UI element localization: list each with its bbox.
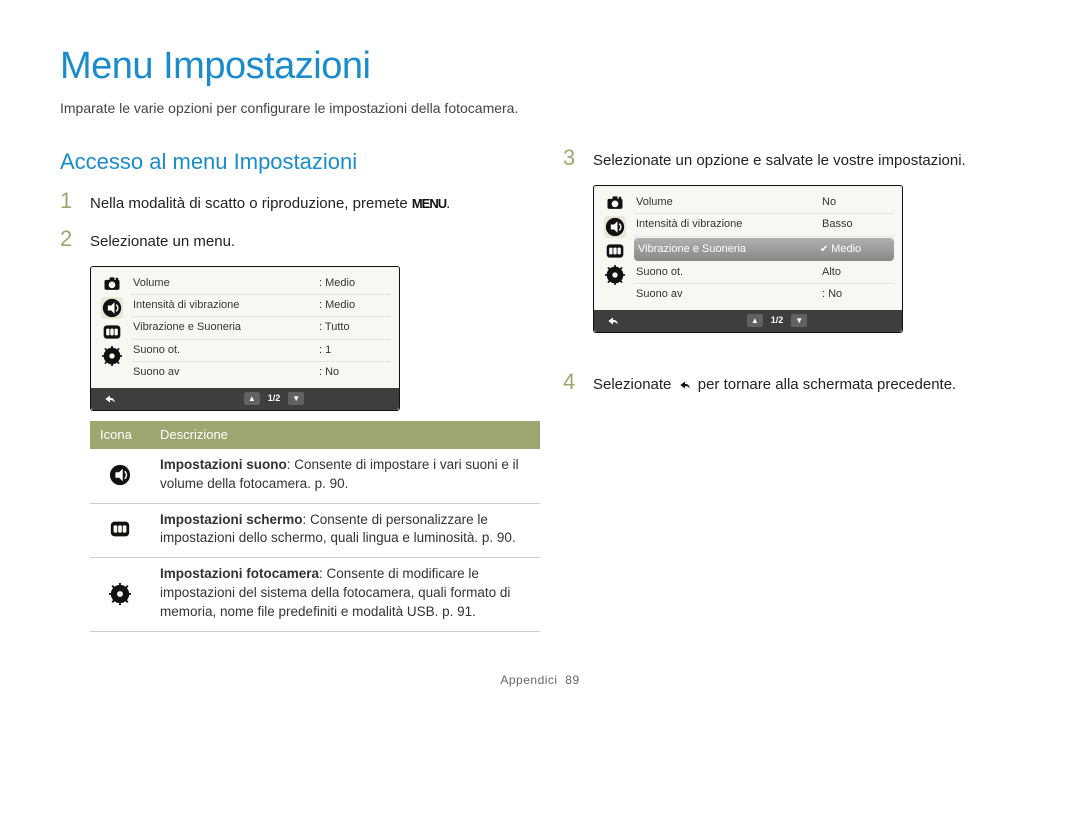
step-3: 3 Selezionate un opzione e salvate le vo… (563, 147, 1020, 171)
display-icon (604, 240, 626, 262)
row-value: Basso (822, 217, 892, 232)
sound-icon (90, 449, 150, 503)
icon-table: Icona Descrizione Impostazioni suono: Co… (90, 421, 540, 632)
page-down-icon[interactable]: ▼ (791, 314, 807, 327)
row-value: No (822, 195, 892, 210)
section-subtitle: Accesso al menu Impostazioni (60, 147, 517, 178)
row-value-selected: Medio (820, 242, 890, 257)
page-indicator: 1/2 (771, 314, 784, 327)
row-label: Intensità di vibrazione (133, 298, 319, 313)
icon-table-desc: Impostazioni fotocamera: Consente di mod… (150, 558, 540, 632)
row-value: : No (822, 287, 892, 302)
row-label: Suono ot. (133, 343, 319, 358)
icon-table-header-icon: Icona (90, 421, 150, 449)
menu-glyph-icon: MENU (412, 196, 446, 211)
icon-table-header-desc: Descrizione (150, 421, 540, 449)
step-1-text-after: . (446, 195, 450, 212)
step-2-text: Selezionate un menu. (90, 228, 235, 252)
page-title: Menu Impostazioni (60, 40, 1020, 93)
back-icon[interactable] (604, 314, 622, 328)
camera-screen-1: Volume: Medio Intensità di vibrazione: M… (90, 266, 400, 411)
step-number: 2 (60, 228, 78, 250)
footer-page: 89 (565, 673, 579, 687)
row-value: : Medio (319, 276, 389, 291)
icon-table-desc: Impostazioni suono: Consente di impostar… (150, 449, 540, 503)
row-label: Intensità di vibrazione (636, 217, 822, 232)
row-label: Vibrazione e Suoneria (638, 242, 820, 257)
step-number: 3 (563, 147, 581, 169)
display-icon (101, 321, 123, 343)
row-label: Vibrazione e Suoneria (133, 320, 319, 335)
row-label: Volume (636, 195, 822, 210)
page-up-icon[interactable]: ▲ (244, 392, 260, 405)
row-label: Volume (133, 276, 319, 291)
page-footer: Appendici 89 (60, 672, 1020, 689)
row-value: : 1 (319, 343, 389, 358)
back-icon (676, 378, 694, 392)
gear-icon (604, 264, 626, 286)
step-4-text-after: per tornare alla schermata precedente. (698, 376, 956, 393)
screen2-rows: VolumeNo Intensità di vibrazioneBasso Vi… (634, 192, 894, 306)
footer-section: Appendici (500, 673, 557, 687)
step-4-text-before: Selezionate (593, 376, 676, 393)
display-icon (90, 503, 150, 558)
step-1-text-before: Nella modalità di scatto o riproduzione,… (90, 195, 412, 212)
gear-icon (101, 345, 123, 367)
row-label: Suono av (636, 287, 822, 302)
step-number: 4 (563, 371, 581, 393)
page-down-icon[interactable]: ▼ (288, 392, 304, 405)
screen1-rows: Volume: Medio Intensità di vibrazione: M… (131, 273, 391, 384)
camera-icon (101, 273, 123, 295)
sound-icon (604, 216, 626, 238)
step-2: 2 Selezionate un menu. (60, 228, 517, 252)
row-value: : No (319, 365, 389, 380)
page-indicator: 1/2 (268, 392, 281, 405)
back-icon[interactable] (101, 392, 119, 406)
sound-icon (101, 297, 123, 319)
page-up-icon[interactable]: ▲ (747, 314, 763, 327)
row-label: Suono ot. (636, 265, 822, 280)
step-number: 1 (60, 190, 78, 212)
row-value: : Tutto (319, 320, 389, 335)
page-intro: Imparate le varie opzioni per configurar… (60, 99, 1020, 119)
row-label: Suono av (133, 365, 319, 380)
row-value: Alto (822, 265, 892, 280)
row-value: : Medio (319, 298, 389, 313)
step-1: 1 Nella modalità di scatto o riproduzion… (60, 190, 517, 214)
camera-screen-2: VolumeNo Intensità di vibrazioneBasso Vi… (593, 185, 903, 333)
icon-table-desc: Impostazioni schermo: Consente di person… (150, 503, 540, 558)
step-4: 4 Selezionate per tornare alla schermata… (563, 371, 1020, 395)
step-3-text: Selezionate un opzione e salvate le vost… (593, 147, 966, 171)
camera-icon (604, 192, 626, 214)
gear-icon (90, 558, 150, 632)
